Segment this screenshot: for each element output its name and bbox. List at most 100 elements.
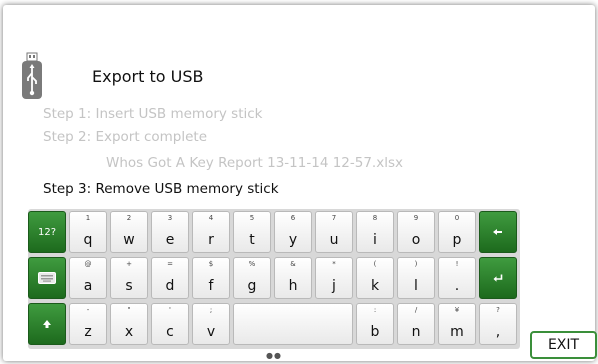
export-dialog: Export to USB Step 1: Insert USB memory … <box>3 5 597 361</box>
key-j[interactable]: * j <box>315 257 353 299</box>
key-sub-label: & <box>290 260 296 268</box>
key-label: n <box>411 324 421 340</box>
key-sub-label: 4 <box>208 214 214 222</box>
key-label: v <box>206 324 216 340</box>
usb-icon <box>22 52 42 99</box>
key-v[interactable]: ; v <box>192 303 230 345</box>
key-sub-label: 3 <box>167 214 173 222</box>
key-label: a <box>83 278 93 294</box>
key-sub-label: 6 <box>290 214 296 222</box>
numeric-mode-key[interactable]: 12? <box>28 211 66 253</box>
key-x[interactable]: " x <box>110 303 148 345</box>
key-k[interactable]: (k <box>356 257 394 299</box>
page-title: Export to USB <box>92 67 204 86</box>
key-comma[interactable]: ?, <box>479 303 517 345</box>
enter-icon <box>493 274 503 282</box>
numeric-mode-label: 12? <box>37 226 57 238</box>
key-sub-label: @ <box>84 260 92 268</box>
exit-label: EXIT <box>547 337 580 353</box>
key-label: . <box>454 278 460 294</box>
key-sub-label: ? <box>496 306 500 314</box>
key-sub-label: 1 <box>85 214 91 222</box>
key-label: q <box>83 232 93 248</box>
key-sub-label: * <box>332 260 336 268</box>
key-y[interactable]: 6y <box>274 211 312 253</box>
key-label: m <box>450 324 464 340</box>
key-d[interactable]: = d <box>151 257 189 299</box>
key-label: h <box>288 278 298 294</box>
key-label: k <box>370 278 380 294</box>
key-sub-label: 7 <box>331 214 337 222</box>
key-sub-label: + <box>126 260 132 268</box>
shift-key[interactable] <box>28 303 66 345</box>
key-sub-label: ; <box>209 306 213 314</box>
key-label: d <box>165 278 175 294</box>
key-m[interactable]: ¥ m <box>438 303 476 345</box>
shift-arrow-icon <box>43 320 51 328</box>
key-o[interactable]: 9o <box>397 211 435 253</box>
key-i[interactable]: 8i <box>356 211 394 253</box>
key-sub-label: 5 <box>249 214 255 222</box>
key-sub-label: ) <box>414 260 418 268</box>
key-f[interactable]: $ f <box>192 257 230 299</box>
key-label: f <box>208 278 214 294</box>
key-w[interactable]: 2w <box>110 211 148 253</box>
exit-button[interactable]: EXIT <box>530 331 597 359</box>
key-h[interactable]: & h <box>274 257 312 299</box>
key-label: o <box>411 232 421 248</box>
space-bar[interactable] <box>233 303 353 345</box>
key-sub-label: % <box>248 260 256 268</box>
key-e[interactable]: 3e <box>151 211 189 253</box>
key-label: y <box>288 232 298 248</box>
key-sub-label: : <box>373 306 377 314</box>
key-sub-label: 2 <box>126 214 132 222</box>
key-label: x <box>124 324 134 340</box>
key-sub-label: " <box>127 306 131 314</box>
key-b[interactable]: :b <box>356 303 394 345</box>
key-label: u <box>329 232 339 248</box>
key-sub-label: ' <box>169 306 171 314</box>
key-q[interactable]: 1q <box>69 211 107 253</box>
key-sub-label: ( <box>373 260 377 268</box>
key-sub-label: 0 <box>454 214 460 222</box>
on-screen-keyboard: 12? 1q 2w 3e 4r 5t 6y 7u 8i 9o 0p @ a + … <box>28 209 520 349</box>
key-sub-label: - <box>86 306 90 314</box>
key-label: i <box>373 232 377 248</box>
key-t[interactable]: 5t <box>233 211 271 253</box>
key-a[interactable]: @ a <box>69 257 107 299</box>
key-label: j <box>332 278 336 294</box>
key-u[interactable]: 7u <box>315 211 353 253</box>
key-label: r <box>208 232 214 248</box>
key-label: b <box>370 324 380 340</box>
key-label: c <box>166 324 174 340</box>
backspace-key[interactable] <box>479 211 517 253</box>
key-sub-label: 9 <box>413 214 419 222</box>
key-r[interactable]: 4r <box>192 211 230 253</box>
key-period[interactable]: !. <box>438 257 476 299</box>
key-label: , <box>495 324 501 340</box>
enter-key[interactable] <box>479 257 517 299</box>
key-g[interactable]: % g <box>233 257 271 299</box>
step-2-text: Step 2: Export complete <box>43 129 207 145</box>
key-l[interactable]: ) l <box>397 257 435 299</box>
key-sub-label: $ <box>208 260 214 268</box>
key-label: s <box>125 278 133 294</box>
hide-keyboard-key[interactable] <box>28 257 66 299</box>
key-sub-label: 8 <box>372 214 378 222</box>
key-sub-label: ¥ <box>454 306 460 314</box>
key-p[interactable]: 0p <box>438 211 476 253</box>
key-label: e <box>165 232 175 248</box>
key-label: t <box>249 232 255 248</box>
key-c[interactable]: ' c <box>151 303 189 345</box>
step-3-text: Step 3: Remove USB memory stick <box>43 181 279 197</box>
exported-filename: Whos Got A Key Report 13-11-14 12-57.xls… <box>106 155 403 171</box>
keyboard-icon <box>38 272 56 284</box>
key-label: w <box>123 232 135 248</box>
key-z[interactable]: -z <box>69 303 107 345</box>
key-sub-label: / <box>414 306 418 314</box>
key-n[interactable]: / n <box>397 303 435 345</box>
key-s[interactable]: + s <box>110 257 148 299</box>
key-label: g <box>247 278 257 294</box>
page-indicator[interactable]: ●● <box>266 351 282 360</box>
key-label: z <box>84 324 92 340</box>
